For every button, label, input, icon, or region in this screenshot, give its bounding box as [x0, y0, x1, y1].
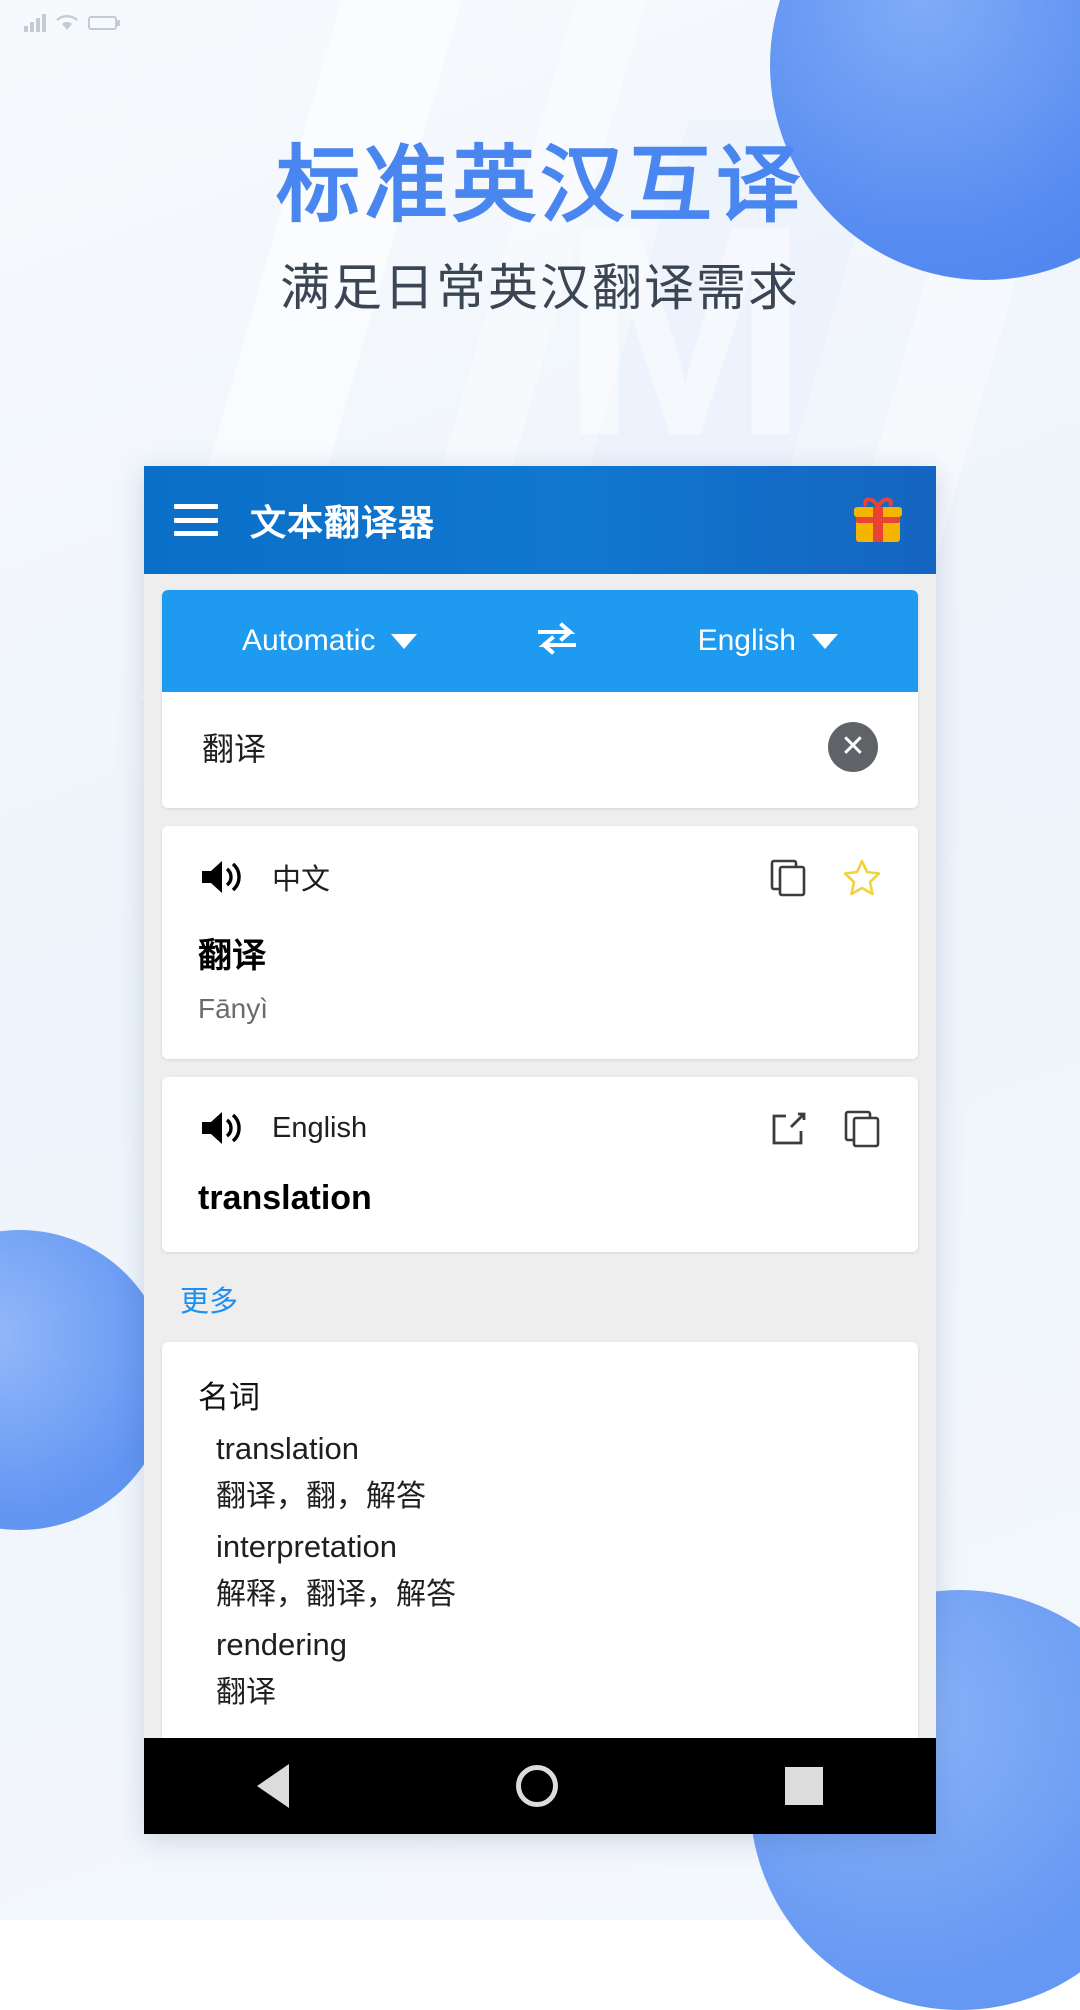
result-card-header: 中文: [198, 856, 882, 898]
caret-down-icon: [811, 633, 838, 649]
dictionary-entry: rendering 翻译: [198, 1627, 882, 1711]
phone-screen: 文本翻译器 Automatic English 翻译 ✕ 中文 翻译 Fānyì…: [144, 466, 936, 1834]
dictionary-card: 名词 translation 翻译，翻，解答 interpretation 解释…: [162, 1342, 918, 1745]
more-link[interactable]: 更多: [180, 1286, 238, 1318]
clear-circle-icon[interactable]: ✕: [828, 722, 878, 772]
swap-arrows-icon[interactable]: [534, 621, 580, 662]
translation-input-panel: Automatic English 翻译 ✕: [162, 590, 918, 808]
dictionary-gloss: 解释，翻译，解答: [216, 1578, 456, 1611]
page-title: 标准英汉互译: [275, 136, 804, 234]
result-card-actions: [768, 857, 882, 897]
status-bar: [0, 0, 1080, 46]
result-text: translation: [198, 1179, 372, 1217]
target-language-selector[interactable]: English: [698, 624, 838, 658]
result-card-header: English: [198, 1107, 882, 1149]
language-selector-bar: Automatic English: [162, 590, 918, 692]
home-circle-icon[interactable]: [515, 1765, 558, 1807]
result-card-english: English translation: [162, 1077, 918, 1252]
open-external-icon[interactable]: [768, 1108, 808, 1148]
copy-icon[interactable]: [842, 1108, 882, 1148]
text-input-row: 翻译 ✕: [162, 692, 918, 808]
recents-square-icon[interactable]: [784, 1767, 823, 1805]
result-card-actions: [768, 1108, 882, 1148]
android-nav-bar: [144, 1738, 936, 1834]
dictionary-entry: translation 翻译，翻，解答: [198, 1431, 882, 1515]
dictionary-gloss: 翻译: [216, 1676, 276, 1709]
app-title: 文本翻译器: [250, 502, 436, 543]
result-card-chinese: 中文 翻译 Fānyì: [162, 826, 918, 1059]
result-text: 翻译: [198, 937, 266, 975]
dictionary-term: interpretation: [216, 1529, 397, 1564]
battery-icon: [88, 16, 120, 30]
search-input[interactable]: 翻译: [202, 724, 828, 770]
gift-icon[interactable]: [850, 492, 906, 548]
copy-icon[interactable]: [768, 857, 808, 897]
hamburger-menu-icon[interactable]: [174, 504, 218, 536]
dictionary-gloss: 翻译，翻，解答: [216, 1480, 426, 1513]
page-subtitle: 满足日常英汉翻译需求: [280, 259, 800, 317]
result-language-label: English: [272, 1111, 368, 1144]
result-language-label: 中文: [272, 864, 331, 896]
source-language-label: Automatic: [242, 624, 376, 657]
speaker-icon[interactable]: [198, 1107, 244, 1149]
star-icon[interactable]: [842, 857, 882, 897]
caret-down-icon: [391, 633, 418, 649]
target-language-label: English: [697, 624, 796, 657]
more-row: 更多: [144, 1252, 936, 1336]
app-bar: 文本翻译器: [144, 466, 936, 574]
result-pinyin: Fānyì: [198, 993, 269, 1024]
dictionary-term: translation: [216, 1431, 360, 1466]
signal-bars-icon: [24, 14, 46, 32]
dictionary-entry: interpretation 解释，翻译，解答: [198, 1529, 882, 1613]
speaker-icon[interactable]: [198, 856, 244, 898]
part-of-speech-label: 名词: [198, 1380, 260, 1415]
dictionary-term: rendering: [216, 1627, 347, 1662]
back-triangle-icon[interactable]: [257, 1764, 290, 1808]
wifi-icon: [56, 15, 78, 30]
source-language-selector[interactable]: Automatic: [242, 624, 418, 658]
